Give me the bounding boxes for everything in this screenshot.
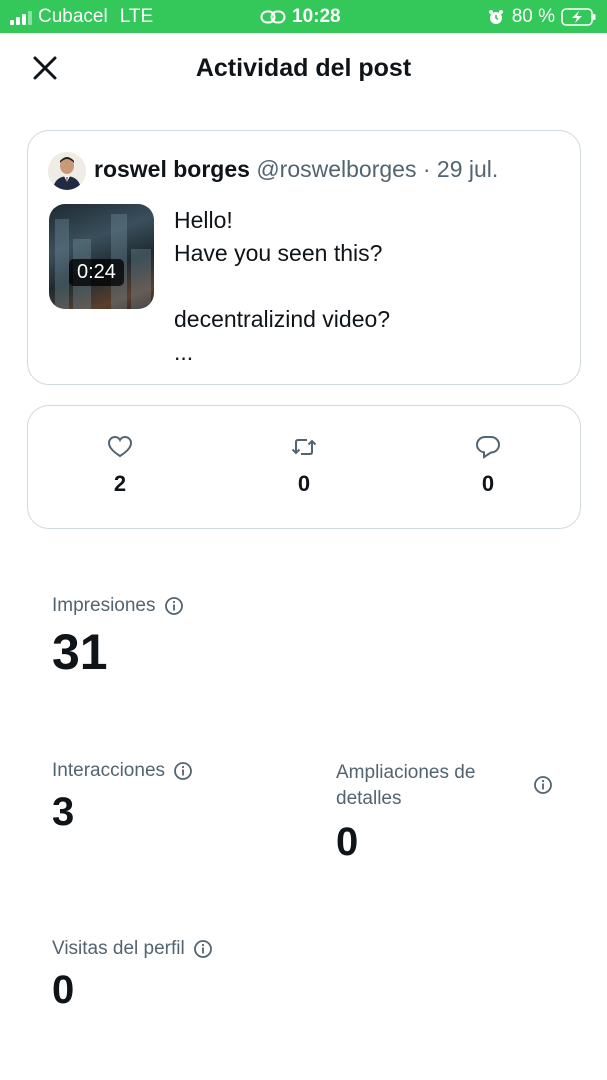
impressions-label-text: Impresiones <box>52 595 156 616</box>
post-text-line: decentralizind video? <box>174 306 391 332</box>
meta-separator: · <box>422 156 431 182</box>
post-date: 29 jul. <box>436 156 499 182</box>
post-text-line <box>174 270 390 303</box>
author-name[interactable]: roswel borges <box>94 156 250 182</box>
video-thumbnail[interactable]: 0:24 <box>49 204 154 309</box>
info-icon[interactable] <box>193 939 213 959</box>
profile-visits-value: 0 <box>52 968 75 1012</box>
likes-stat[interactable]: 2 <box>90 433 150 497</box>
link-icon <box>260 10 286 24</box>
reposts-count: 0 <box>297 471 311 496</box>
status-center: 10:28 <box>260 6 341 28</box>
detail-expands-metric: Ampliaciones de detalles 0 <box>336 760 556 865</box>
info-icon[interactable] <box>164 596 184 616</box>
replies-stat[interactable]: 0 <box>458 433 518 497</box>
alarm-icon <box>488 10 503 24</box>
impressions-metric: Impresiones 31 <box>52 595 184 681</box>
status-bar: Cubacel LTE 10:28 80 % <box>0 0 607 33</box>
engagement-card: 2 0 0 <box>27 405 581 529</box>
status-left: Cubacel LTE <box>10 6 153 28</box>
author-handle[interactable]: @roswelborges <box>256 156 416 182</box>
interactions-value: 3 <box>52 790 75 834</box>
page-title: Actividad del post <box>195 54 412 82</box>
post-text-line: ... <box>174 339 194 365</box>
heart-icon <box>107 435 133 458</box>
info-icon[interactable] <box>173 761 193 781</box>
post-text: Hello! Have you seen this? decentralizin… <box>174 204 390 369</box>
post-author-line: roswel borges @roswelborges · 29 jul. <box>94 156 498 183</box>
battery-percent: 80 % <box>511 6 555 27</box>
impressions-value: 31 <box>52 624 108 680</box>
status-time: 10:28 <box>292 6 341 27</box>
header: Actividad del post <box>0 33 607 105</box>
profile-visits-label: Visitas del perfil <box>52 938 213 960</box>
interactions-label-text: Interacciones <box>52 760 166 781</box>
profile-visits-label-text: Visitas del perfil <box>52 938 185 959</box>
reposts-stat[interactable]: 0 <box>274 433 334 497</box>
network-type: LTE <box>119 6 154 27</box>
profile-visits-metric: Visitas del perfil 0 <box>52 938 213 1013</box>
post-text-line: Have you seen this? <box>174 240 383 266</box>
interactions-label: Interacciones <box>52 760 193 782</box>
post-text-line: Hello! <box>174 207 233 233</box>
detail-expands-value: 0 <box>336 820 359 864</box>
impressions-label: Impresiones <box>52 595 184 617</box>
signal-icon <box>10 9 32 25</box>
battery-charging-icon <box>561 8 596 26</box>
carrier-name: Cubacel <box>38 6 108 27</box>
interactions-metric: Interacciones 3 <box>52 760 193 835</box>
avatar-image <box>48 152 86 190</box>
info-icon[interactable] <box>533 775 553 795</box>
reply-icon <box>475 436 501 459</box>
status-right: 80 % <box>488 6 597 28</box>
post-card[interactable]: roswel borges @roswelborges · 29 jul. 0:… <box>27 130 581 385</box>
detail-expands-label: Ampliaciones de detalles <box>336 760 556 812</box>
replies-count: 0 <box>481 471 495 496</box>
video-duration: 0:24 <box>69 259 124 286</box>
repost-icon <box>291 439 317 455</box>
likes-count: 2 <box>113 471 127 496</box>
avatar[interactable] <box>48 152 86 190</box>
detail-expands-label-text: Ampliaciones de detalles <box>336 762 476 809</box>
